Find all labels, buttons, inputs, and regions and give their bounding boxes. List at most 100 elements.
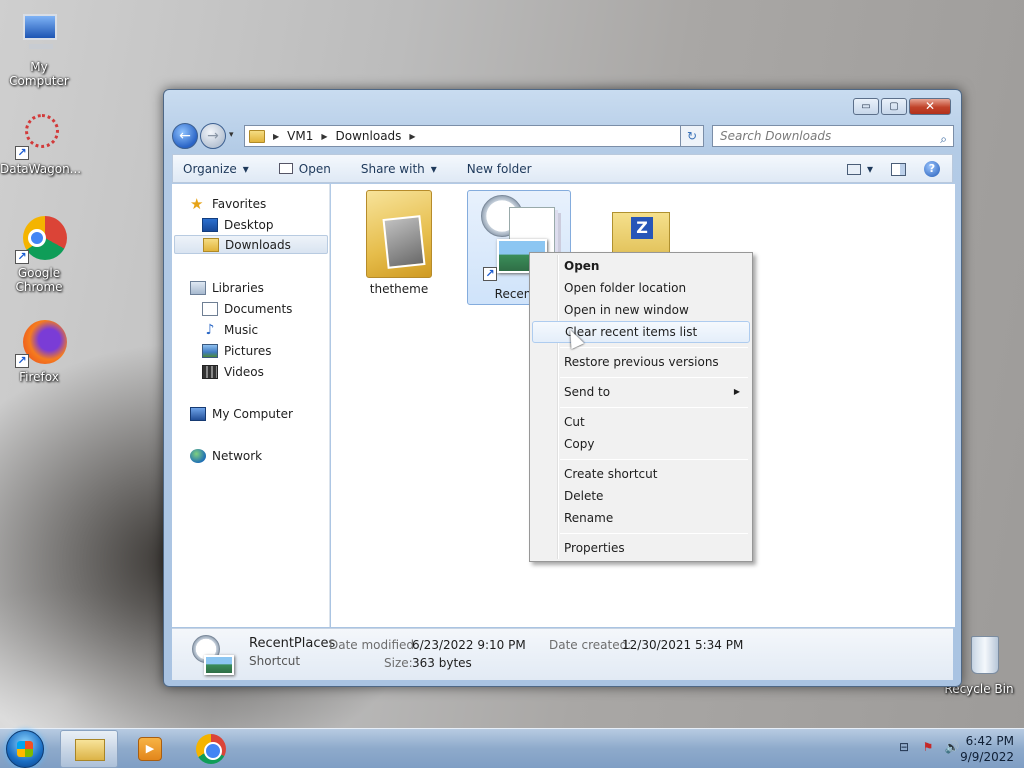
refresh-button[interactable]: ↻ <box>680 125 704 147</box>
nav-label: Favorites <box>212 196 267 211</box>
details-file-type: Shortcut <box>249 654 301 668</box>
back-button[interactable]: ← <box>172 123 198 149</box>
breadcrumb-downloads[interactable]: Downloads <box>336 129 402 143</box>
menu-separator <box>560 347 748 348</box>
nav-label: Desktop <box>224 217 274 232</box>
start-button[interactable] <box>6 730 44 768</box>
organize-button[interactable]: Organize ▾ <box>183 162 249 176</box>
shortcut-arrow-icon: ↗ <box>483 267 497 281</box>
nav-item-network[interactable]: Network <box>190 446 262 465</box>
new-folder-button[interactable]: New folder <box>467 162 532 176</box>
address-bar[interactable]: ▶ VM1 ▶ Downloads ▶ ▾ <box>244 125 704 147</box>
date-modified-label: Date modified: <box>329 638 419 652</box>
share-with-button[interactable]: Share with ▾ <box>361 162 437 176</box>
folder-icon <box>75 739 105 761</box>
nav-item-downloads[interactable]: Downloads <box>174 235 328 254</box>
speaker-icon[interactable]: 🔊 <box>944 740 960 756</box>
taskbar-media-player-button[interactable]: ▶ <box>120 730 178 768</box>
file-item-zip[interactable]: Z <box>589 190 693 270</box>
recent-places-icon <box>190 635 234 675</box>
breadcrumb-vm1[interactable]: VM1 <box>287 129 313 143</box>
menu-item-open-in-new-window[interactable]: Open in new window <box>532 299 750 321</box>
nav-item-music[interactable]: ♪ Music <box>202 320 259 339</box>
menu-item-create-shortcut[interactable]: Create shortcut <box>532 463 750 485</box>
taskbar-chrome-button[interactable] <box>180 730 238 768</box>
documents-icon <box>202 301 218 316</box>
open-button[interactable]: Open <box>278 161 331 176</box>
libraries-icon <box>190 280 206 295</box>
toolbar-right: ▾ ? <box>846 161 940 177</box>
chrome-icon <box>196 734 226 764</box>
menu-item-open-folder-location[interactable]: Open folder location <box>532 277 750 299</box>
nav-item-favorites[interactable]: ★ Favorites <box>190 194 266 213</box>
menu-item-delete[interactable]: Delete <box>532 485 750 507</box>
clock-date: 9/9/2022 <box>960 750 1014 764</box>
computer-icon <box>190 406 206 421</box>
nav-item-libraries[interactable]: Libraries <box>190 278 264 297</box>
shortcut-arrow-icon: ↗ <box>15 146 29 160</box>
desktop-icon-my-computer[interactable]: My Computer <box>0 10 78 88</box>
menu-item-rename[interactable]: Rename <box>532 507 750 529</box>
help-icon[interactable]: ? <box>924 161 940 177</box>
desktop-icon-label: Firefox <box>19 370 59 384</box>
open-label: Open <box>298 161 331 176</box>
zip-letter-icon: Z <box>631 217 653 239</box>
downloads-folder-icon <box>203 237 219 252</box>
chevron-right-icon: ▶ <box>273 131 280 141</box>
date-created-value: 12/30/2021 5:34 PM <box>622 638 744 652</box>
folder-preview-image <box>382 215 426 269</box>
chevron-right-icon: ▶ <box>409 131 416 141</box>
nav-item-desktop[interactable]: Desktop <box>202 215 274 234</box>
details-pane: RecentPlaces Shortcut Date modified: 6/2… <box>172 628 953 680</box>
nav-item-pictures[interactable]: Pictures <box>202 341 272 360</box>
nav-label: Pictures <box>224 343 272 358</box>
share-with-label: Share with <box>360 161 425 176</box>
network-icon <box>190 448 206 463</box>
pictures-icon <box>202 343 218 358</box>
size-value: 363 bytes <box>412 656 472 670</box>
file-label: thetheme <box>369 282 429 296</box>
minimize-button[interactable]: ▭ <box>853 98 879 115</box>
star-icon: ★ <box>190 194 204 213</box>
desktop-icon-datawagon[interactable]: ↗ DataWagon... <box>0 112 82 176</box>
date-created-label: Date created: <box>549 638 632 652</box>
change-view-icon[interactable] <box>846 163 861 175</box>
picture-icon <box>204 655 234 675</box>
desktop-icon-label: DataWagon... <box>0 162 82 176</box>
network-tray-icon[interactable]: ⊟ <box>896 740 912 756</box>
menu-item-send-to[interactable]: Send to ▶ <box>532 381 750 403</box>
action-center-flag-icon[interactable]: ⚑ <box>920 740 936 756</box>
file-item-thetheme[interactable]: thetheme <box>347 190 451 296</box>
chevron-right-icon: ▶ <box>321 131 328 141</box>
details-file-name: RecentPlaces <box>249 636 336 651</box>
size-label: Size: <box>384 656 413 670</box>
menu-item-open[interactable]: Open <box>532 255 750 277</box>
menu-item-copy[interactable]: Copy <box>532 433 750 455</box>
taskbar-explorer-button[interactable] <box>60 730 118 768</box>
desktop-icon-google-chrome[interactable]: ↗ Google Chrome <box>0 216 78 294</box>
nav-item-my-computer[interactable]: My Computer <box>190 404 293 423</box>
menu-separator <box>560 533 748 534</box>
menu-item-restore-previous-versions[interactable]: Restore previous versions <box>532 351 750 373</box>
view-options-dropdown-icon[interactable]: ▾ <box>867 162 873 176</box>
recycle-bin-icon <box>955 632 1003 680</box>
close-button[interactable]: ✕ <box>909 98 951 115</box>
window-controls: ▭ ▢ ✕ <box>853 98 951 115</box>
menu-item-cut[interactable]: Cut <box>532 411 750 433</box>
maximize-button[interactable]: ▢ <box>881 98 907 115</box>
open-icon <box>278 163 293 174</box>
menu-item-properties[interactable]: Properties <box>532 537 750 559</box>
nav-item-videos[interactable]: Videos <box>202 362 264 381</box>
desktop-icon-label: Google Chrome <box>15 266 63 294</box>
address-row: ← → ▾ ▶ VM1 ▶ Downloads ▶ ▾ ↻ Search Dow… <box>172 123 954 149</box>
preview-pane-icon[interactable] <box>891 162 906 176</box>
recent-pages-dropdown[interactable]: ▾ <box>229 130 234 140</box>
new-folder-label: New folder <box>466 161 532 176</box>
nav-label: Videos <box>224 364 264 379</box>
desktop-icon-firefox[interactable]: ↗ Firefox <box>0 320 78 384</box>
nav-item-documents[interactable]: Documents <box>202 299 292 318</box>
search-input[interactable]: Search Downloads ⌕ <box>712 125 954 147</box>
forward-button[interactable]: → <box>200 123 226 149</box>
taskbar-clock[interactable]: 6:42 PM 9/9/2022 <box>960 733 1014 765</box>
system-tray: ⊟ ⚑ 🔊 <box>896 740 960 756</box>
